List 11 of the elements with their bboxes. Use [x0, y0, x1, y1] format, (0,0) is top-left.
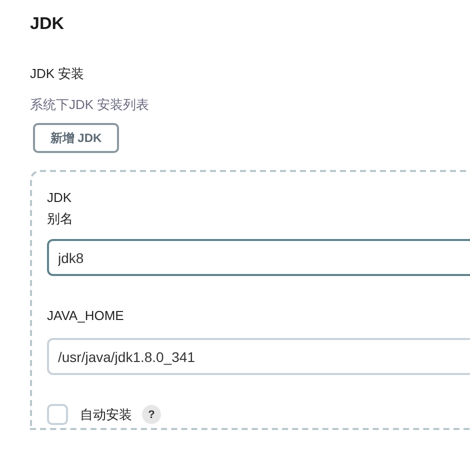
help-icon[interactable]: ? [142, 405, 161, 424]
auto-install-checkbox[interactable] [47, 404, 68, 425]
add-jdk-button[interactable]: 新增 JDK [33, 123, 119, 153]
section-description: 系统下JDK 安装列表 [30, 96, 150, 114]
text-field[interactable]: jdk8 [47, 239, 470, 276]
page-heading: JDK [30, 13, 66, 35]
java-home-label: JAVA_HOME [47, 307, 125, 325]
text-field[interactable]: /usr/java/jdk1.8.0_341 [47, 338, 470, 375]
section-label: JDK 安装 [30, 65, 86, 83]
auto-install-label: 自动安装 [80, 406, 132, 424]
alias-label: JDK 别名 [47, 189, 74, 228]
